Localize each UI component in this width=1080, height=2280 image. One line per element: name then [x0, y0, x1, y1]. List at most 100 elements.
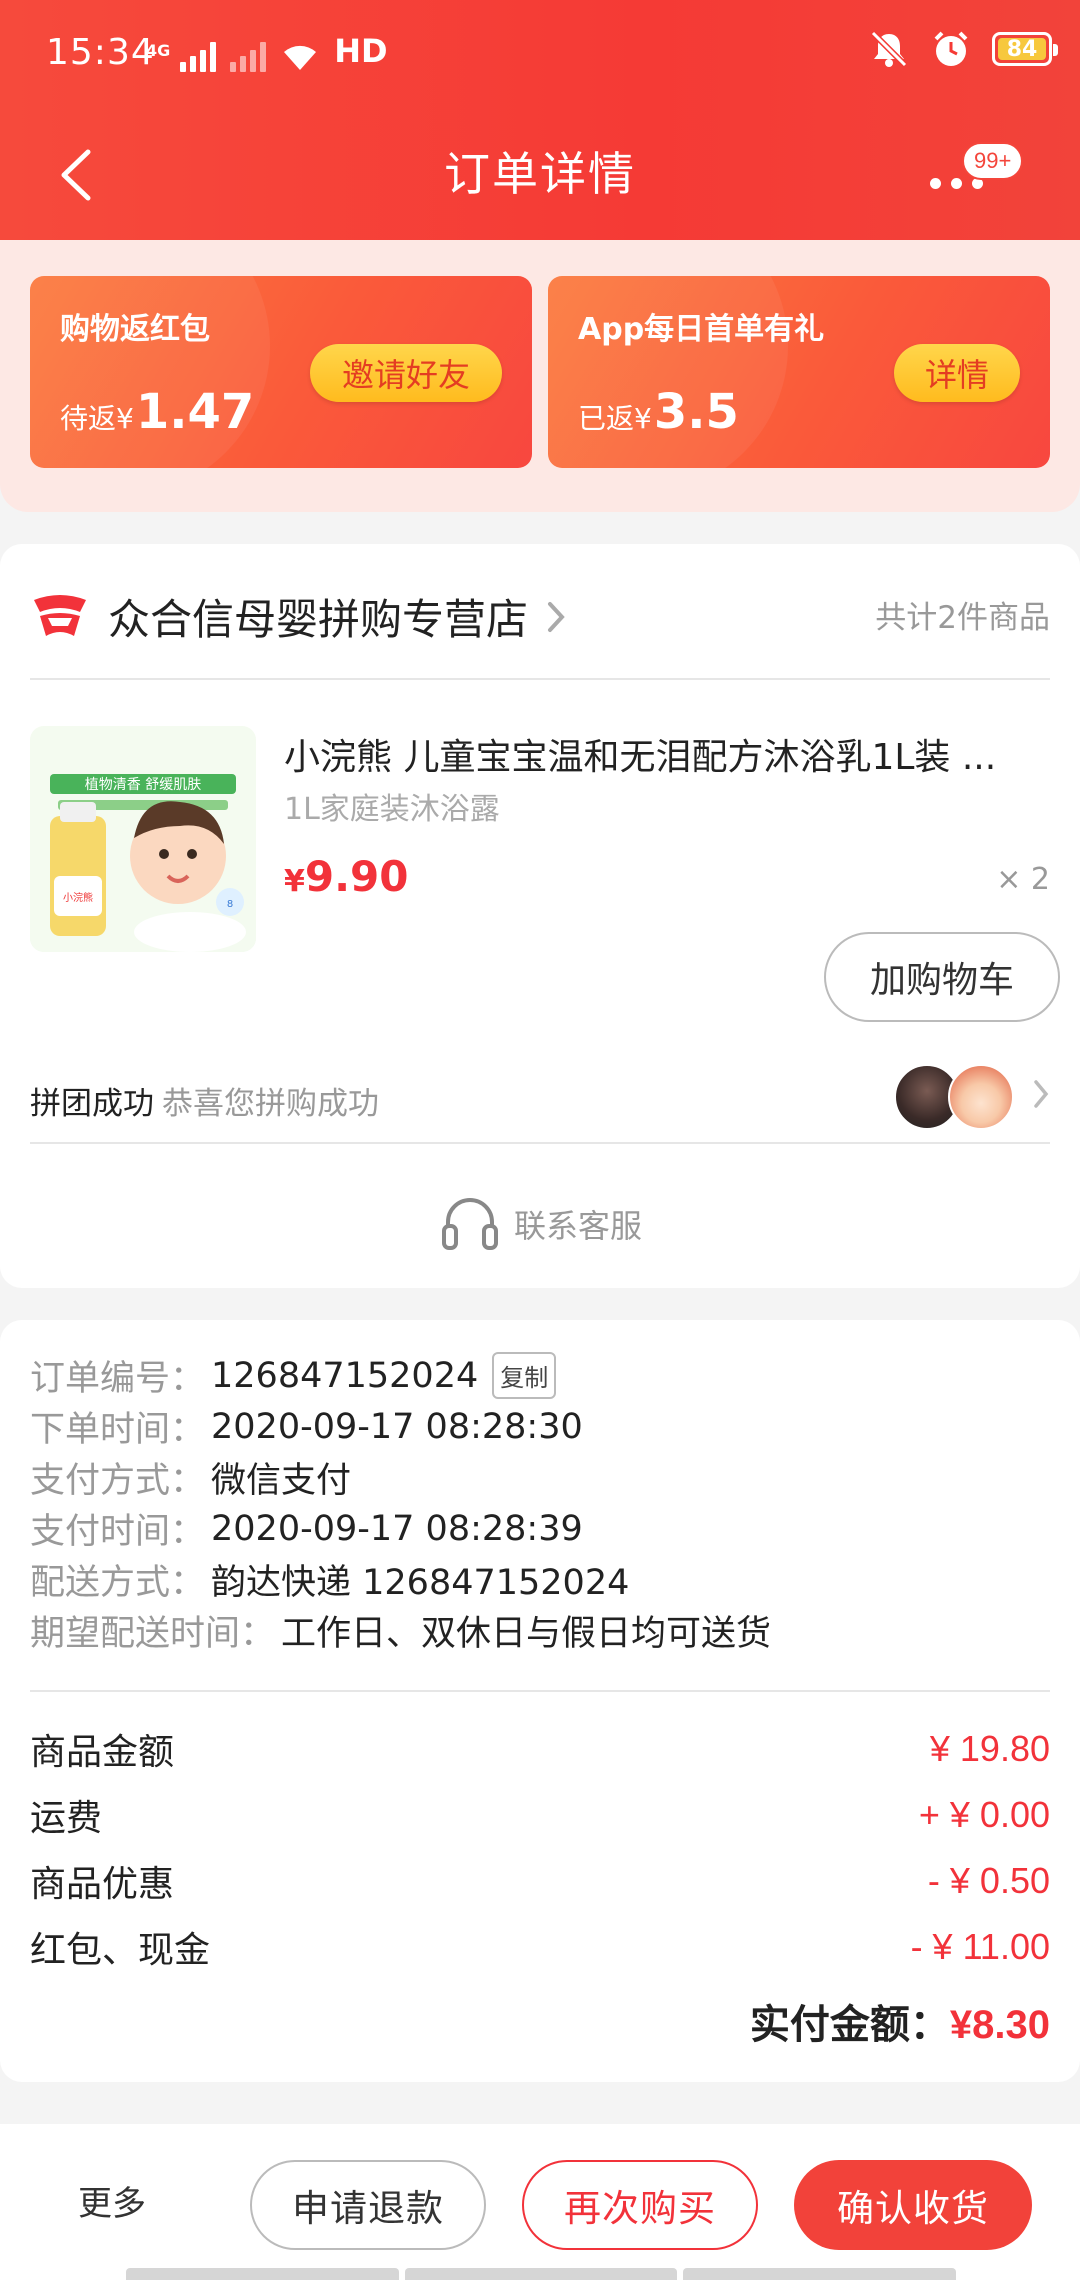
headset-icon — [441, 1198, 498, 1250]
order-number: 126847152024 — [211, 1355, 479, 1396]
product-price: ¥9.90 — [284, 852, 409, 901]
amount-label: 商品优惠 — [30, 1864, 175, 1905]
rebate-amount: 待返 ¥ 1.47 — [60, 384, 254, 440]
chevron-right-icon — [548, 601, 565, 632]
copy-button[interactable]: 复制 — [492, 1352, 557, 1399]
rebate-amount-value: 1.47 — [135, 384, 255, 440]
group-buy-message: 恭喜您拼购成功 — [162, 1086, 379, 1122]
shop-header[interactable]: 众合信母婴拼购专营店 — [30, 586, 566, 647]
order-info-list: 订单编号： 126847152024 复制 下单时间： 2020-09-17 0… — [30, 1350, 1050, 1656]
info-key: 配送方式： — [30, 1563, 206, 1603]
amount-value: ¥ 19.80 — [929, 1728, 1050, 1769]
payment-time-row: 支付时间： 2020-09-17 08:28:39 — [30, 1503, 1050, 1554]
payment-method: 微信支付 — [211, 1461, 352, 1501]
payment-time: 2020-09-17 08:28:39 — [211, 1508, 583, 1549]
total-paid-label: 实付金额： — [749, 2002, 950, 2048]
rebate-banner-area: 购物返红包 待返 ¥ 1.47 邀请好友 App每日首单有礼 已返 ¥ 3.5 … — [0, 230, 1080, 512]
product-image-brand-text: 小浣熊 — [63, 891, 93, 904]
info-key: 订单编号： — [30, 1359, 206, 1399]
group-members — [894, 1064, 1014, 1130]
battery-level: 84 — [1006, 36, 1038, 62]
product-quantity: × 2 — [996, 862, 1050, 897]
signal-indicators: 4G HD — [146, 32, 388, 72]
alarm-clock-icon — [934, 31, 968, 66]
signal-strength-icon — [180, 40, 217, 72]
shop-logo-icon — [34, 594, 86, 636]
rebate-amount-prefix: 已返 — [578, 402, 635, 435]
info-key: 期望配送时间： — [30, 1614, 276, 1654]
message-count-badge: 99+ — [962, 142, 1024, 180]
group-buy-status: 拼团成功 恭喜您拼购成功 — [30, 1078, 379, 1123]
order-time: 2020-09-17 08:28:30 — [211, 1406, 583, 1447]
amount-value: - ¥ 11.00 — [910, 1926, 1050, 1967]
signal-strength-sim2-icon — [230, 40, 267, 72]
mute-bell-icon — [870, 30, 908, 68]
product-spec: 1L家庭装沐浴露 — [284, 792, 500, 827]
delivery-method-row: 配送方式： 韵达快递 126847152024 — [30, 1554, 1050, 1605]
info-key: 下单时间： — [30, 1410, 206, 1450]
add-to-cart-button[interactable]: 加购物车 — [824, 932, 1060, 1022]
product-image[interactable]: 植物清香 舒缓肌肤 小浣熊 8 — [30, 726, 256, 952]
total-paid-row: 实付金额：¥8.30 — [750, 1992, 1050, 2050]
contact-service-label: 联系客服 — [513, 1207, 642, 1245]
system-nav-bar — [126, 2268, 957, 2280]
currency-symbol: ¥ — [634, 402, 652, 435]
rebate-title: App每日首单有礼 — [578, 312, 825, 347]
amount-label: 商品金额 — [30, 1732, 175, 1773]
currency-symbol: ¥ — [284, 864, 305, 899]
shop-name: 众合信母婴拼购专营店 — [108, 595, 529, 644]
daily-first-order-card[interactable]: App每日首单有礼 已返 ¥ 3.5 详情 — [548, 276, 1050, 468]
red-packet-cash-row: 红包、现金 - ¥ 11.00 — [30, 1914, 1050, 1980]
rebate-amount-value: 3.5 — [653, 384, 739, 440]
delivery-method: 韵达快递 126847152024 — [211, 1563, 630, 1603]
chevron-right-icon — [1034, 1080, 1049, 1108]
product-image-banner-text: 植物清香 舒缓肌肤 — [85, 777, 201, 793]
order-number-row: 订单编号： 126847152024 复制 — [30, 1350, 1050, 1401]
apply-refund-button[interactable]: 申请退款 — [250, 2160, 486, 2250]
more-actions-button[interactable]: 更多 — [78, 2176, 146, 2225]
battery-icon: 84 — [992, 32, 1058, 66]
product-title[interactable]: 小浣熊 儿童宝宝温和无泪配方沐浴乳1L装 ... — [284, 728, 1054, 780]
network-type-label: 4G — [146, 41, 171, 60]
divider — [30, 1142, 1050, 1144]
product-price-value: 9.90 — [304, 852, 409, 901]
info-key: 支付方式： — [30, 1461, 206, 1501]
amount-value: - ¥ 0.50 — [927, 1860, 1050, 1901]
rebate-amount: 已返 ¥ 3.5 — [578, 384, 739, 440]
info-key: 支付时间： — [30, 1512, 206, 1552]
group-buy-status-row[interactable]: 拼团成功 恭喜您拼购成功 — [30, 1060, 1050, 1130]
total-paid-value: ¥8.30 — [949, 2003, 1050, 2047]
buy-again-button[interactable]: 再次购买 — [522, 2160, 758, 2250]
amount-label: 红包、现金 — [30, 1930, 211, 1971]
amount-label: 运费 — [30, 1798, 103, 1839]
shop-order-card: 众合信母婴拼购专营店 共计2件商品 植物清香 舒缓肌肤 小浣熊 8 小浣熊 儿童… — [0, 544, 1080, 1288]
currency-symbol: ¥ — [116, 402, 134, 435]
invite-friends-button[interactable]: 邀请好友 — [310, 344, 502, 402]
product-photo: 植物清香 舒缓肌肤 小浣熊 8 — [30, 726, 256, 952]
rebate-title: 购物返红包 — [60, 312, 210, 347]
avatar — [948, 1064, 1014, 1130]
page-title: 订单详情 — [444, 147, 636, 201]
hd-voice-label: HD — [334, 32, 388, 70]
contact-service-button[interactable]: 联系客服 — [0, 1184, 1080, 1264]
discount-row: 商品优惠 - ¥ 0.50 — [30, 1848, 1050, 1914]
status-time: 15:34 — [46, 32, 155, 73]
expected-delivery-time: 工作日、双休日与假日均可送货 — [281, 1614, 772, 1654]
amount-breakdown: 商品金额 ¥ 19.80 运费 + ¥ 0.00 商品优惠 - ¥ 0.50 红… — [30, 1716, 1050, 1980]
details-button[interactable]: 详情 — [894, 344, 1020, 402]
svg-text:8: 8 — [227, 899, 233, 910]
shopping-rebate-card[interactable]: 购物返红包 待返 ¥ 1.47 邀请好友 — [30, 276, 532, 468]
expected-delivery-row: 期望配送时间： 工作日、双休日与假日均可送货 — [30, 1605, 1050, 1656]
more-menu-button[interactable]: 99+ — [930, 130, 1040, 220]
payment-method-row: 支付方式： 微信支付 — [30, 1452, 1050, 1503]
group-buy-status-label: 拼团成功 — [30, 1086, 154, 1122]
item-count: 共计2件商品 — [875, 600, 1050, 636]
wifi-icon — [280, 40, 320, 72]
more-dots-icon — [930, 178, 983, 189]
status-bar: 15:34 4G HD 84 — [0, 0, 1080, 110]
rebate-amount-prefix: 待返 — [60, 402, 117, 435]
order-time-row: 下单时间： 2020-09-17 08:28:30 — [30, 1401, 1050, 1452]
shipping-fee-row: 运费 + ¥ 0.00 — [30, 1782, 1050, 1848]
status-right: 84 — [868, 30, 1058, 68]
confirm-receipt-button[interactable]: 确认收货 — [794, 2160, 1032, 2250]
